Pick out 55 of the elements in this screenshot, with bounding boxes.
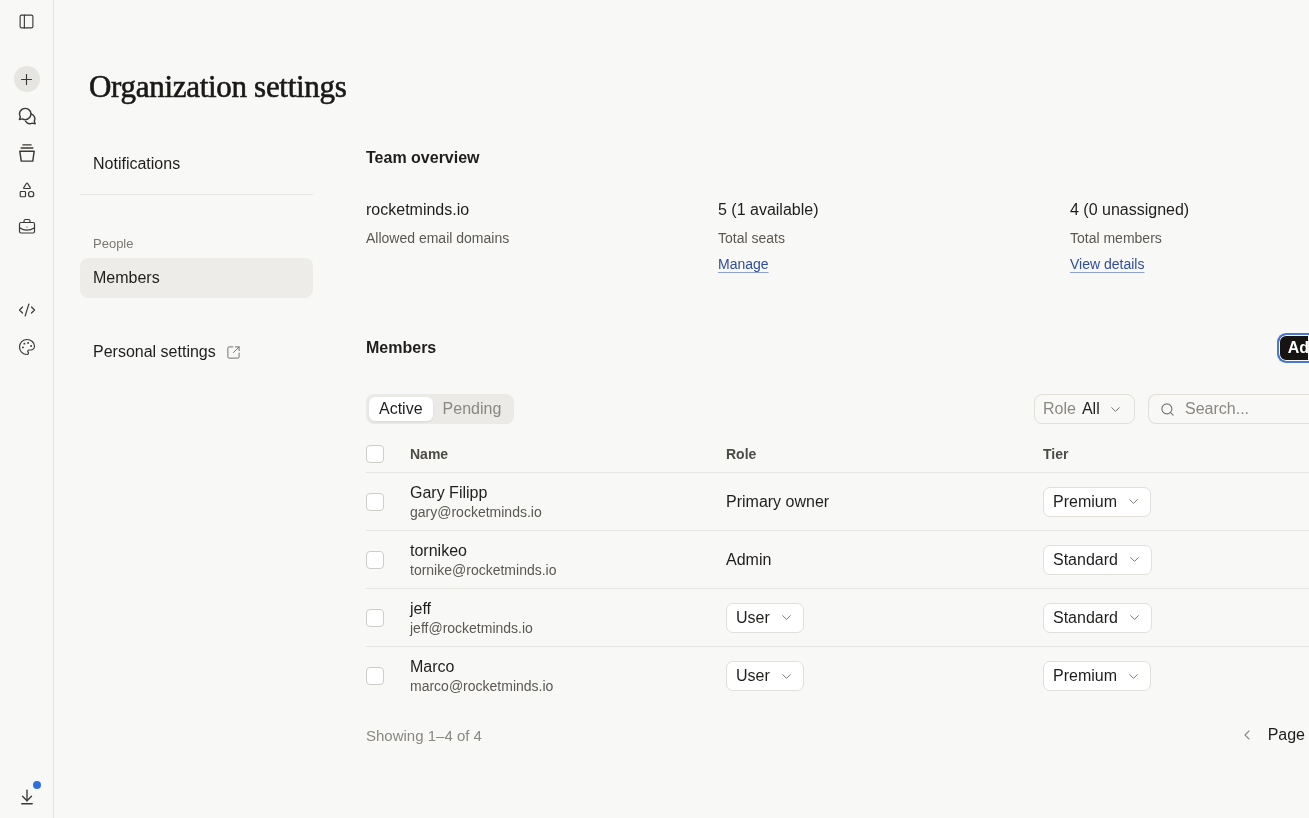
- page-label: Page: [1267, 726, 1305, 744]
- code-icon[interactable]: [17, 301, 36, 319]
- section-title: Team overview: [366, 148, 480, 168]
- role-filter-dropdown[interactable]: Role All: [1034, 394, 1135, 424]
- row-checkbox[interactable]: [366, 667, 384, 685]
- stat-value: 5 (1 available): [718, 200, 819, 220]
- member-name: jeff: [410, 598, 432, 619]
- search-field[interactable]: Search...: [1148, 394, 1309, 424]
- tier-dropdown[interactable]: Premium: [1043, 486, 1151, 517]
- stacked-tray-icon[interactable]: [17, 144, 36, 162]
- briefcase-icon[interactable]: [17, 218, 36, 236]
- tier-dropdown[interactable]: Standard: [1043, 544, 1152, 575]
- role-text: Primary owner: [726, 492, 830, 511]
- role-dropdown[interactable]: User: [726, 661, 804, 691]
- stat-label: Total seats: [718, 229, 785, 248]
- add-button[interactable]: Ad: [1276, 333, 1309, 363]
- member-email: tornike@rocketminds.io: [410, 560, 557, 579]
- stat-link[interactable]: View details: [1070, 254, 1145, 274]
- tier-dropdown[interactable]: Standard: [1043, 602, 1152, 633]
- stat-label: Total members: [1070, 229, 1162, 248]
- role-text: Admin: [726, 550, 772, 569]
- role-dropdown[interactable]: User: [726, 602, 804, 633]
- chat-bubbles-icon[interactable]: [17, 107, 36, 125]
- palette-icon[interactable]: [17, 338, 36, 356]
- shapes-icon[interactable]: [17, 181, 36, 199]
- new-button[interactable]: [13, 66, 40, 92]
- member-name: Marco: [410, 657, 455, 677]
- column-header: Role: [726, 445, 757, 462]
- row-checkbox[interactable]: [366, 550, 384, 569]
- nav-item[interactable]: Notifications: [80, 144, 313, 184]
- stat-value: 4 (0 unassigned): [1070, 200, 1190, 220]
- page-title: Organization settings: [89, 68, 347, 106]
- member-name: Gary Filipp: [410, 482, 488, 503]
- section-title: Members: [366, 338, 437, 358]
- row-checkbox[interactable]: [366, 608, 384, 627]
- sidebar-toggle-icon[interactable]: [18, 12, 35, 30]
- member-email: gary@rocketminds.io: [410, 502, 542, 521]
- results-summary: Showing 1–4 of 4: [366, 726, 482, 744]
- nav-section-heading: People: [92, 235, 134, 253]
- member-name: tornikeo: [410, 540, 467, 561]
- stat-label: Allowed email domains: [366, 229, 510, 248]
- tier-dropdown[interactable]: Premium: [1043, 661, 1151, 691]
- select-all-checkbox[interactable]: [366, 444, 384, 463]
- column-header: Name: [410, 445, 449, 462]
- member-email: marco@rocketminds.io: [410, 677, 554, 695]
- column-header: Tier: [1043, 445, 1069, 462]
- nav-item[interactable]: Members: [80, 258, 313, 298]
- external-link-icon: [225, 344, 241, 360]
- status-tab[interactable]: Active: [369, 397, 433, 421]
- personal-settings-link[interactable]: Personal settings: [80, 332, 254, 372]
- member-email: jeff@rocketminds.io: [410, 618, 533, 637]
- search-icon: [1160, 402, 1175, 417]
- stat-link[interactable]: Manage: [718, 254, 769, 274]
- stat-value: rocketminds.io: [366, 200, 470, 220]
- row-checkbox[interactable]: [366, 492, 384, 511]
